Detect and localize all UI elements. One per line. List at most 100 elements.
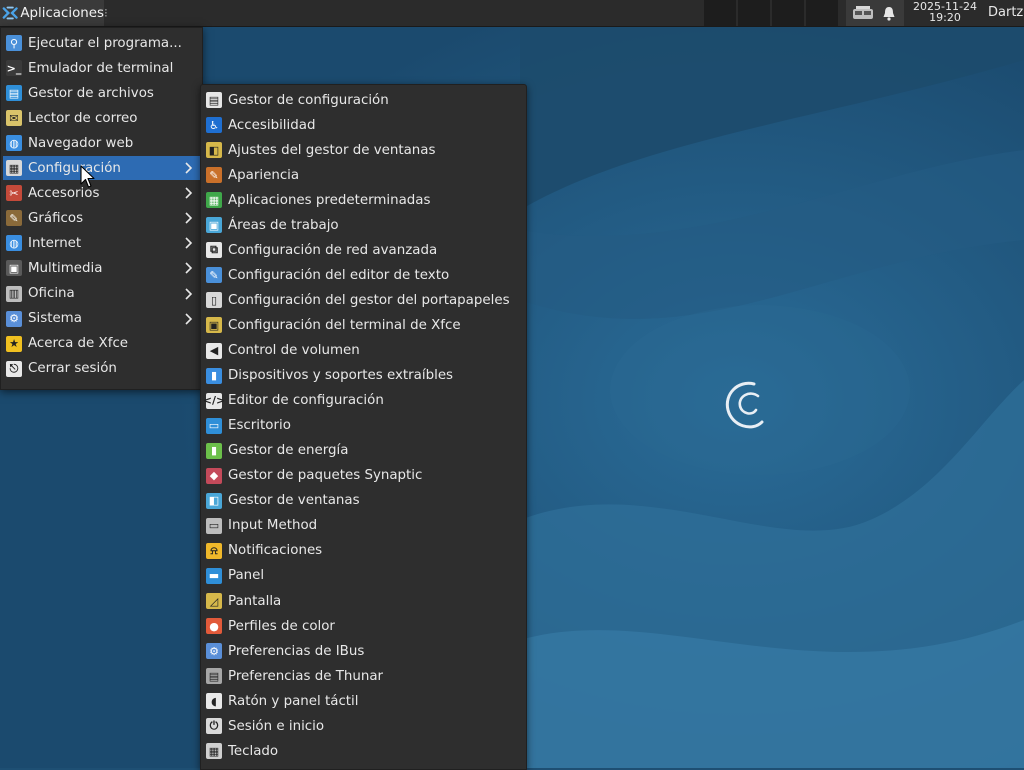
menu-item[interactable]: ▤ Gestor de archivos: [3, 81, 200, 105]
notifications-bell-icon[interactable]: [882, 6, 896, 21]
menu-item-label: Multimedia: [28, 260, 103, 276]
clipboard-icon: ▯: [206, 292, 222, 309]
menu-item[interactable]: ✎ Configuración del editor de texto: [203, 263, 524, 287]
menu-item[interactable]: ▦ Aplicaciones predeterminadas: [203, 188, 524, 212]
menu-item[interactable]: ▤ Gestor de configuración: [203, 88, 524, 112]
menu-item[interactable]: ◧ Gestor de ventanas: [203, 489, 524, 513]
menu-item-label: Ratón y panel táctil: [228, 693, 359, 709]
applications-menu-label: Aplicaciones: [20, 5, 104, 21]
menu-item-label: Cerrar sesión: [28, 361, 117, 377]
menu-item[interactable]: >_ Emulador de terminal: [3, 56, 200, 80]
menu-item-label: Configuración del gestor del portapapele…: [228, 292, 510, 308]
menu-item[interactable]: ▬ Panel: [203, 564, 524, 588]
menu-item[interactable]: ▯ Configuración del gestor del portapapel…: [203, 288, 524, 312]
menu-item-label: Emulador de terminal: [28, 60, 174, 76]
menu-item[interactable]: ⏻ Sesión e inicio: [203, 714, 524, 738]
menu-item[interactable]: ◍ Navegador web: [3, 131, 200, 155]
menu-item[interactable]: ◍ Internet: [3, 231, 200, 255]
menu-item-label: Lector de correo: [28, 110, 138, 126]
web-browser-icon: ◍: [6, 135, 22, 152]
synaptic-icon: ◆: [206, 467, 222, 484]
office-icon: ▥: [6, 285, 22, 302]
menu-item-label: Gestor de configuración: [228, 92, 389, 108]
menu-item[interactable]: ⧉ Configuración de red avanzada: [203, 238, 524, 262]
mouse-pointer-icon: [80, 165, 95, 188]
menu-item-label: Dispositivos y soportes extraíbles: [228, 368, 454, 384]
menu-item[interactable]: ▭ Input Method: [203, 514, 524, 538]
menu-item-label: Preferencias de IBus: [228, 643, 365, 659]
menu-item[interactable]: ✂ Accesorios: [3, 181, 200, 205]
menu-item[interactable]: ★ Acerca de Xfce: [3, 332, 200, 356]
menu-item[interactable]: ● Perfiles de color: [203, 614, 524, 638]
menu-item[interactable]: ▣ Multimedia: [3, 256, 200, 280]
text-editor-icon: ✎: [206, 267, 222, 284]
menu-item[interactable]: ▮ Gestor de energía: [203, 439, 524, 463]
chevron-right-icon: [185, 237, 193, 249]
menu-item[interactable]: ⚲ Ejecutar el programa...: [3, 31, 200, 55]
menu-item[interactable]: ✎ Gráficos: [3, 206, 200, 230]
chevron-right-icon: [185, 312, 193, 325]
top-panel: Aplicaciones ⁝ 2025-11-24 19:20 Dartz: [0, 0, 1024, 27]
menu-item[interactable]: ✎ Apariencia: [203, 163, 524, 187]
menu-item[interactable]: ♿ Accesibilidad: [203, 113, 524, 137]
menu-item-label: Gráficos: [28, 210, 84, 226]
menu-item-label: Teclado: [228, 743, 279, 759]
menu-item-label: Gestor de paquetes Synaptic: [228, 468, 423, 484]
ibus-gear-icon: ⚙: [206, 643, 222, 660]
menu-item[interactable]: ▣ Configuración del terminal de Xfce: [203, 313, 524, 337]
logout-icon: ⎋: [6, 360, 22, 377]
applications-menu-button[interactable]: Aplicaciones: [0, 0, 104, 26]
chevron-right-icon: [185, 212, 193, 224]
menu-item-label: Pantalla: [228, 593, 282, 609]
menu-item-label: Gestor de energía: [228, 443, 349, 459]
menu-item[interactable]: ▦ Configuración: [3, 156, 200, 181]
color-profiles-icon: ●: [206, 618, 222, 635]
session-icon: ⏻: [206, 718, 222, 735]
network-tray-icon[interactable]: [852, 5, 874, 21]
menu-item[interactable]: ▥ Oficina: [3, 282, 200, 306]
menu-item-label: Configuración del editor de texto: [228, 267, 450, 283]
panel-separator-handle[interactable]: ⁝: [104, 6, 110, 20]
applications-menu: ⚲ Ejecutar el programa... >_ Emulador de te…: [0, 27, 203, 390]
keyboard-input-icon: ▭: [206, 517, 222, 534]
menu-item[interactable]: ▤ Preferencias de Thunar: [203, 664, 524, 688]
taskbar-slot[interactable]: [704, 0, 736, 26]
menu-item-label: Configuración de red avanzada: [228, 242, 438, 258]
star-icon: ★: [6, 335, 22, 352]
menu-item[interactable]: ◿ Pantalla: [203, 589, 524, 613]
menu-item[interactable]: ▮ Dispositivos y soportes extraíbles: [203, 364, 524, 388]
menu-item[interactable]: ⚙ Sistema: [3, 307, 200, 331]
terminal-settings-icon: ▣: [206, 317, 222, 334]
chevron-right-icon: [185, 262, 193, 275]
menu-item-label: Áreas de trabajo: [228, 217, 339, 233]
menu-item[interactable]: ◆ Gestor de paquetes Synaptic: [203, 464, 524, 488]
menu-item[interactable]: ▦ Teclado: [203, 739, 524, 763]
menu-item[interactable]: ✉ Lector de correo: [3, 106, 200, 130]
removable-devices-icon: ▮: [206, 367, 222, 384]
menu-item[interactable]: ⚙ Preferencias de IBus: [203, 639, 524, 663]
chevron-right-icon: [185, 287, 193, 300]
menu-item[interactable]: ▭ Escritorio: [203, 414, 524, 438]
chevron-right-icon: [185, 162, 193, 174]
menu-item[interactable]: </> Editor de configuración: [203, 389, 524, 413]
menu-item[interactable]: ◧ Ajustes del gestor de ventanas: [203, 138, 524, 162]
taskbar-slot[interactable]: [738, 0, 770, 26]
run-program-icon: ⚲: [6, 35, 22, 51]
user-name[interactable]: Dartz: [988, 5, 1023, 20]
settings-manager-icon: ▤: [206, 92, 222, 108]
panel-clock[interactable]: 2025-11-24 19:20: [906, 1, 984, 23]
network-icon: ⧉: [206, 242, 222, 259]
menu-item[interactable]: ⍾ Notificaciones: [203, 539, 524, 563]
display-icon: ◿: [206, 593, 222, 609]
taskbar-slot[interactable]: [772, 0, 804, 26]
menu-item-label: Accesibilidad: [228, 117, 316, 133]
appearance-icon: ✎: [206, 167, 222, 184]
menu-item[interactable]: ⎋ Cerrar sesión: [3, 357, 200, 381]
menu-item[interactable]: ▣ Áreas de trabajo: [203, 213, 524, 237]
panel-icon: ▬: [206, 567, 222, 584]
menu-item[interactable]: ◀ Control de volumen: [203, 339, 524, 363]
system-icon: ⚙: [6, 310, 22, 327]
menu-item[interactable]: ◖ Ratón y panel táctil: [203, 689, 524, 713]
taskbar-slot[interactable]: [806, 0, 838, 26]
menu-item-label: Preferencias de Thunar: [228, 668, 384, 684]
